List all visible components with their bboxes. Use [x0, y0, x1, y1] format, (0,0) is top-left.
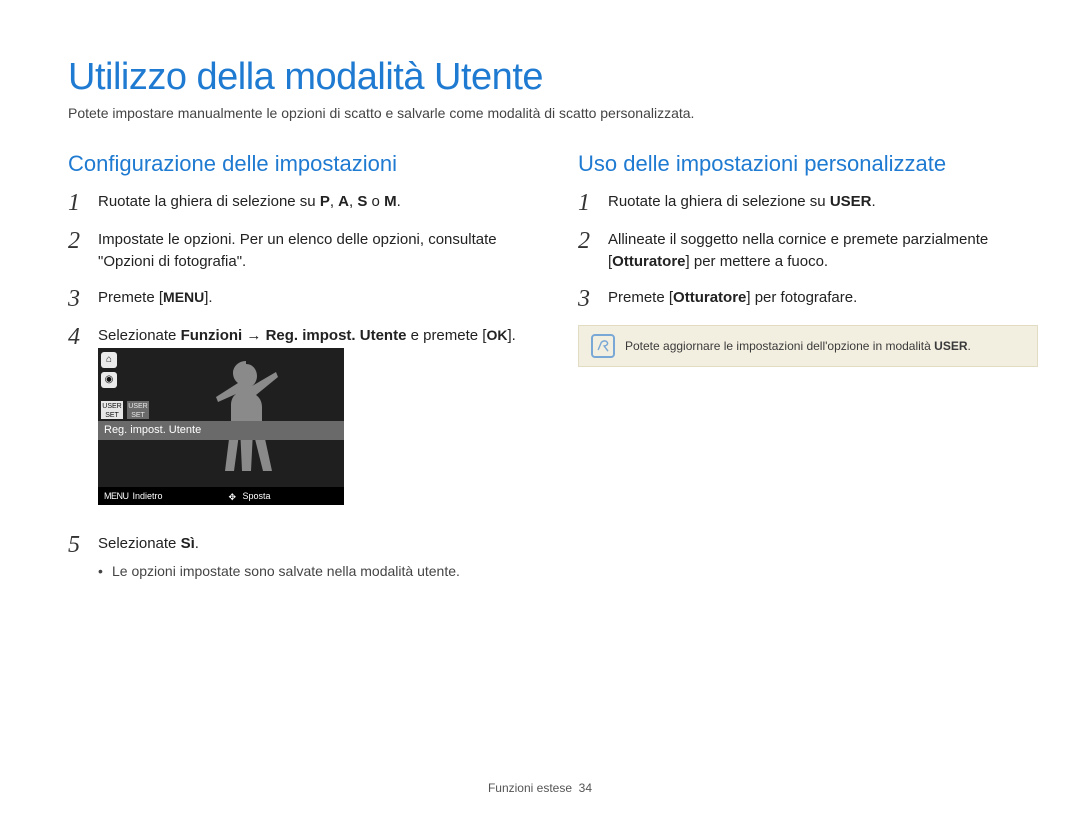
step-number: 1 [68, 191, 86, 215]
page-intro: Potete impostare manualmente le opzioni … [68, 105, 1012, 121]
lcd-rec-icon: ◉ [101, 372, 117, 388]
page-title: Utilizzo della modalità Utente [68, 56, 1012, 99]
dpad-icon: ✥ [229, 491, 239, 501]
footer-section: Funzioni estese [488, 781, 572, 795]
step-text: ] per mettere a fuoco. [686, 253, 829, 270]
config-step-5: 5 Selezionate Sì. Le opzioni impostate s… [68, 533, 528, 581]
step-number: 2 [68, 229, 86, 253]
camera-lcd-illustration: ⌂ ◉ USER SET USER SET Reg. impost. Utent… [98, 348, 344, 505]
lcd-tab-userset-active: USER SET [101, 401, 123, 419]
menu-path-funzioni: Funzioni [181, 327, 243, 344]
config-step-3: 3 Premete [MENU]. [68, 287, 528, 311]
config-step-2: 2 Impostate le opzioni. Per un elenco de… [68, 229, 528, 273]
section-usage-heading: Uso delle impostazioni personalizzate [578, 151, 1038, 177]
lcd-move-label: Sposta [243, 490, 271, 503]
config-step-1: 1 Ruotate la ghiera di selezione su P, A… [68, 191, 528, 215]
menu-button-label: MENU [163, 289, 204, 305]
info-icon [591, 334, 615, 358]
lcd-tab-userset-inactive: USER SET [127, 401, 149, 419]
shutter-button-label: Otturatore [673, 289, 746, 306]
section-usage: Uso delle impostazioni personalizzate 1 … [578, 151, 1038, 595]
step-text: . [397, 193, 401, 210]
ok-button-label: OK [486, 327, 507, 343]
lcd-menu-icon: MENU [104, 490, 129, 503]
step-text: Impostate le opzioni. Per un elenco dell… [98, 229, 528, 273]
step-text: Premete [ [98, 289, 163, 306]
footer-page-number: 34 [579, 781, 592, 795]
step-text: Selezionate [98, 327, 181, 344]
step-number: 1 [578, 191, 596, 215]
step-text: ]. [204, 289, 212, 306]
option-si: Sì [181, 535, 195, 552]
step-text: , [330, 193, 338, 210]
step-text: ]. [507, 327, 515, 344]
note-text: Potete aggiornare le impostazioni dell'o… [625, 339, 934, 353]
lcd-selected-row: Reg. impost. Utente [98, 421, 344, 440]
section-config-heading: Configurazione delle impostazioni [68, 151, 528, 177]
step-text: e premete [ [406, 327, 486, 344]
step-text: . [195, 535, 199, 552]
step-number: 5 [68, 533, 86, 557]
step-number: 3 [68, 287, 86, 311]
config-step-4: 4 Selezionate Funzioni → Reg. impost. Ut… [68, 325, 528, 520]
step-text: o [367, 193, 384, 210]
step-text: ] per fotografare. [746, 289, 857, 306]
mode-s-icon: S [357, 193, 367, 210]
mode-p-icon: P [320, 193, 330, 210]
shutter-button-label: Otturatore [612, 253, 685, 270]
step-text: Ruotate la ghiera di selezione su [98, 193, 320, 210]
usage-step-2: 2 Allineate il soggetto nella cornice e … [578, 229, 1038, 273]
step-note: Le opzioni impostate sono salvate nella … [98, 561, 528, 581]
section-config: Configurazione delle impostazioni 1 Ruot… [68, 151, 528, 595]
note-text: . [968, 339, 971, 353]
step-text: . [872, 193, 876, 210]
lcd-home-icon: ⌂ [101, 352, 117, 368]
step-text: Ruotate la ghiera di selezione su [608, 193, 830, 210]
mode-m-icon: M [384, 193, 397, 210]
mode-user-icon: USER [934, 339, 967, 353]
page-footer: Funzioni estese 34 [0, 781, 1080, 795]
step-number: 4 [68, 325, 86, 349]
usage-step-1: 1 Ruotate la ghiera di selezione su USER… [578, 191, 1038, 215]
menu-path-reg-impost: Reg. impost. Utente [266, 327, 407, 344]
info-note: Potete aggiornare le impostazioni dell'o… [578, 325, 1038, 367]
step-number: 2 [578, 229, 596, 253]
usage-step-3: 3 Premete [Otturatore] per fotografare. [578, 287, 1038, 311]
step-number: 3 [578, 287, 596, 311]
step-text: Selezionate [98, 535, 181, 552]
arrow-icon: → [242, 327, 265, 344]
lcd-back-label: Indietro [133, 490, 163, 503]
mode-user-icon: USER [830, 193, 872, 210]
mode-a-icon: A [338, 193, 349, 210]
step-text: Premete [ [608, 289, 673, 306]
